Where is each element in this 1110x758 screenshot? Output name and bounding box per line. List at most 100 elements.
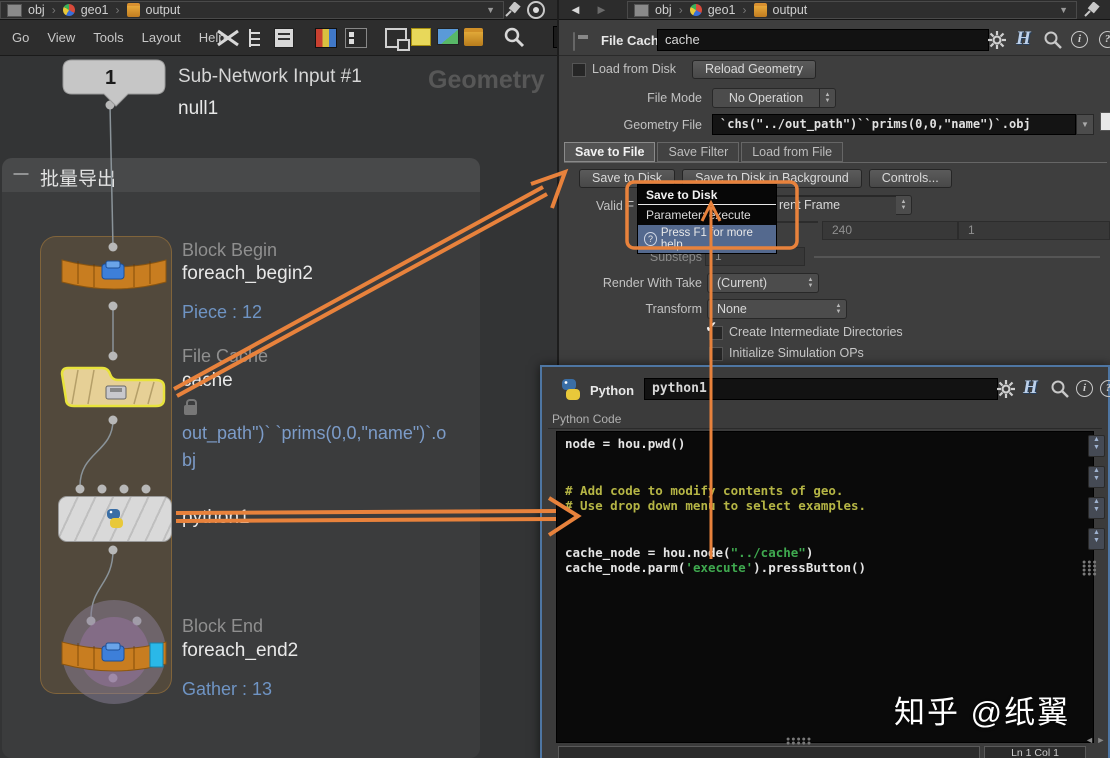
status-field: [558, 746, 980, 758]
create-intermediate-label: Create Intermediate Directories: [729, 325, 903, 339]
frame-end-field[interactable]: 240: [822, 221, 958, 240]
code-line: # Use drop down menu to select examples.: [565, 498, 1093, 514]
search-icon[interactable]: [503, 26, 525, 48]
node-name-field[interactable]: cache: [657, 29, 989, 51]
breadcrumb-item[interactable]: output: [773, 3, 808, 17]
layout-panes-icon[interactable]: [385, 28, 407, 48]
valid-frame-value: rent Frame: [779, 198, 840, 212]
path-dropdown-icon[interactable]: ▼: [486, 5, 495, 15]
python-name-field[interactable]: python1: [644, 378, 998, 400]
link-follow-icon[interactable]: [527, 1, 545, 19]
param-path-bar: ◄ ► obj›geo1›output ▼: [559, 0, 1110, 20]
forward-icon[interactable]: ►: [595, 2, 608, 17]
menu-view[interactable]: View: [47, 30, 75, 45]
filecache-header: File Cache cache H i ?: [559, 26, 1110, 56]
geometry-file-field[interactable]: `chs("../out_path")``prims(0,0,"name")`.…: [712, 114, 1076, 135]
menu-tools[interactable]: Tools: [93, 30, 123, 45]
transform-spinner[interactable]: ▲▼: [831, 299, 847, 319]
frame-inc-field[interactable]: 1: [958, 221, 1110, 240]
tooltip-help-text: Press F1 for more help.: [661, 227, 770, 251]
begin-node-meta: Piece : 12: [182, 302, 262, 323]
node-python1[interactable]: [58, 496, 172, 542]
scroll-arrows[interactable]: ◄ ►: [1085, 735, 1105, 745]
breadcrumb-separator: ›: [679, 3, 683, 17]
sticky-note-icon[interactable]: [411, 28, 431, 46]
gear-icon[interactable]: [996, 379, 1016, 399]
display-options-icon[interactable]: [345, 28, 367, 48]
initialize-sim-checkbox[interactable]: [709, 347, 723, 361]
node-foreach-begin2[interactable]: [56, 248, 172, 300]
help-icon[interactable]: ?: [1099, 31, 1110, 48]
render-with-take-dropdown[interactable]: (Current): [707, 273, 805, 293]
end-node-type: Block End: [182, 616, 263, 637]
ladder-spinner[interactable]: ▲▼: [1088, 466, 1105, 488]
transform-label: Transform: [562, 302, 702, 316]
code-line: [565, 452, 1093, 468]
breadcrumb-item[interactable]: geo1: [708, 3, 736, 17]
gear-icon[interactable]: [987, 30, 1007, 50]
gallery-box-icon[interactable]: [464, 28, 483, 46]
node-foreach-end2[interactable]: [54, 596, 174, 708]
file-chooser-icon[interactable]: [1100, 112, 1110, 131]
network-editor[interactable]: Geometry — 批量导出: [0, 56, 557, 758]
transform-dropdown[interactable]: None: [707, 299, 833, 319]
palette-icon[interactable]: [315, 28, 337, 48]
info-icon[interactable]: i: [1076, 380, 1093, 397]
help-icon[interactable]: ?: [1100, 380, 1110, 397]
tools-icon[interactable]: [215, 27, 241, 49]
houdini-help-icon[interactable]: H: [1016, 28, 1031, 50]
reload-geometry-button[interactable]: Reload Geometry: [692, 60, 816, 79]
info-icon[interactable]: i: [1071, 31, 1088, 48]
file-mode-spinner[interactable]: ▲▼: [820, 88, 836, 108]
begin-node-type: Block Begin: [182, 240, 277, 261]
ladder-spinner[interactable]: ▲▼: [1088, 435, 1105, 457]
menu-layout[interactable]: Layout: [142, 30, 181, 45]
drag-grip[interactable]: ●●●●●●●●●●●●: [1082, 561, 1098, 577]
list-view-icon[interactable]: [274, 28, 294, 48]
node-cache[interactable]: [54, 360, 174, 410]
file-menu-icon[interactable]: ▼: [1076, 114, 1094, 135]
network-breadcrumb[interactable]: obj›geo1›output ▼: [0, 1, 504, 19]
breadcrumb-item[interactable]: geo1: [81, 3, 109, 17]
pin-icon[interactable]: [505, 2, 521, 17]
search-icon[interactable]: [1043, 30, 1063, 50]
code-line: cache_node.parm('execute').pressButton(): [565, 560, 1093, 576]
substeps-slider[interactable]: [814, 256, 1100, 258]
path-dropdown-icon[interactable]: ▼: [1059, 5, 1068, 15]
tooltip-parameter: Parameter: execute: [638, 205, 776, 225]
valid-frame-spinner[interactable]: ▲▼: [896, 195, 912, 215]
pin-icon[interactable]: [1084, 2, 1100, 17]
breadcrumb-item[interactable]: output: [146, 3, 181, 17]
background-image-icon[interactable]: [437, 28, 459, 45]
tab-save-to-file[interactable]: Save to File: [564, 142, 655, 162]
python-code-label: Python Code: [552, 412, 621, 426]
python-icon: [558, 377, 584, 403]
menu-go[interactable]: Go: [12, 30, 29, 45]
checkmark-icon: ✓: [705, 318, 718, 336]
tree-view-icon[interactable]: [246, 27, 266, 49]
ladder-spinner[interactable]: ▲▼: [1088, 528, 1105, 550]
ladder-spinner[interactable]: ▲▼: [1088, 497, 1105, 519]
file-cache-icon: [573, 32, 575, 51]
initialize-sim-label: Initialize Simulation OPs: [729, 346, 864, 360]
subnet-icon: [634, 4, 649, 17]
search-icon[interactable]: [1050, 379, 1070, 399]
tab-load-from-file[interactable]: Load from File: [741, 142, 843, 162]
file-mode-dropdown[interactable]: No Operation: [712, 88, 820, 108]
resize-grip[interactable]: ●●●●●●●●●●: [786, 738, 812, 746]
tab-save-filter[interactable]: Save Filter: [657, 142, 739, 162]
breadcrumb-separator: ›: [52, 3, 56, 17]
render-with-take-spinner[interactable]: ▲▼: [803, 273, 819, 293]
load-from-disk-checkbox[interactable]: [572, 63, 586, 77]
param-breadcrumb[interactable]: obj›geo1›output ▼: [627, 1, 1077, 19]
filecache-tabs: Save to FileSave FilterLoad from File: [564, 142, 1107, 163]
breadcrumb-item[interactable]: obj: [28, 3, 45, 17]
input-node-type: Sub-Network Input #1: [178, 66, 362, 88]
controls-button[interactable]: Controls...: [869, 169, 952, 188]
code-line: [565, 529, 1093, 545]
tooltip-help-row: ?Press F1 for more help.: [638, 225, 776, 253]
site-watermark: 知乎 @纸翼: [894, 687, 1070, 732]
houdini-help-icon[interactable]: H: [1023, 377, 1038, 399]
back-icon[interactable]: ◄: [569, 2, 582, 17]
breadcrumb-item[interactable]: obj: [655, 3, 672, 17]
